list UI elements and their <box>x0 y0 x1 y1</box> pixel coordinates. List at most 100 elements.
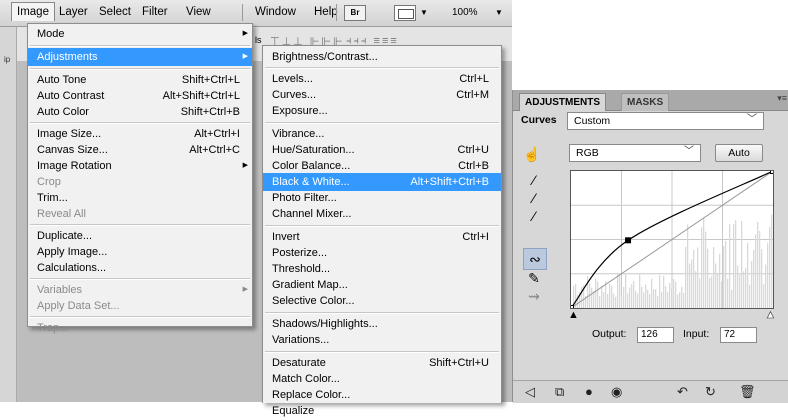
menu-layer[interactable]: Layer <box>59 6 88 18</box>
options-fragment: ls <box>255 35 262 45</box>
left-panel-stub: ip <box>0 27 17 402</box>
pencil-icon[interactable]: ✎ <box>523 268 545 288</box>
menu-item-label: Equalize <box>272 405 315 417</box>
menu-item-label: Mode <box>37 28 65 40</box>
zoom-level[interactable]: 100% <box>452 7 478 18</box>
input-label: Input: <box>683 328 710 340</box>
menu-separator <box>30 45 250 47</box>
histogram-bar <box>729 224 731 308</box>
histogram-bar <box>651 278 653 308</box>
curves-graph[interactable] <box>568 168 776 311</box>
chevron-down-icon: ﹀ <box>684 146 694 157</box>
histogram-bar <box>627 293 629 308</box>
menu-item-reveal-all[interactable]: Reveal All <box>28 205 252 223</box>
white-point-slider[interactable]: ▲ <box>765 309 776 322</box>
menu-item-equalize[interactable]: Equalize <box>263 402 501 420</box>
menu-filter[interactable]: Filter <box>142 6 168 18</box>
histogram-bar <box>645 284 647 308</box>
menu-item-auto-color[interactable]: Auto Color Shift+Ctrl+B <box>28 103 252 121</box>
eyedropper-black-icon[interactable]: ⁄ <box>523 170 545 190</box>
panel-bottom-bar: ◁ ⧉ ● ◉ ↶ ↻ 🗑 <box>513 380 788 403</box>
histogram-bar <box>621 294 623 308</box>
curve-point-icon[interactable]: ∾ <box>523 248 547 270</box>
eye-icon[interactable]: ◉ <box>611 384 622 400</box>
histogram-bar <box>703 218 705 308</box>
histogram-bar <box>681 286 683 308</box>
menu-item-mode[interactable]: Mode ▶ <box>28 25 252 43</box>
menu-view[interactable]: View <box>186 6 211 18</box>
histogram-bar <box>663 275 665 308</box>
histogram-bar <box>599 296 601 308</box>
histogram-bar <box>737 265 739 308</box>
menu-item-label: Brightness/Contrast... <box>272 51 378 63</box>
histogram-bar <box>641 286 643 308</box>
curve-control-point[interactable] <box>770 168 776 174</box>
tab-masks[interactable]: MASKS <box>621 93 670 111</box>
menu-help[interactable]: Help <box>314 6 338 18</box>
menu-item-label: Calculations... <box>37 262 107 274</box>
previous-state-icon[interactable]: ↶ <box>677 384 688 400</box>
reset-icon[interactable]: ↻ <box>705 384 716 400</box>
eyedropper-gray-icon[interactable]: ⁄ <box>523 188 545 208</box>
curve-control-point[interactable] <box>568 305 574 311</box>
histogram-bar <box>625 274 627 308</box>
menu-separator <box>30 68 250 70</box>
histogram-bar <box>619 273 621 308</box>
menu-image[interactable]: Image <box>11 2 55 21</box>
menu-item-exposure[interactable]: Exposure... <box>263 102 501 120</box>
bridge-button[interactable]: Br <box>344 5 366 21</box>
histogram-bar <box>643 292 645 308</box>
channel-select[interactable]: RGB ﹀ <box>569 144 701 162</box>
histogram-bar <box>755 234 757 308</box>
menu-item-label: Variations... <box>272 334 330 346</box>
histogram-bar <box>707 248 709 308</box>
on-image-adjust-icon[interactable]: ☝ <box>521 144 543 164</box>
clip-icon[interactable]: ⧉ <box>555 384 564 400</box>
menu-item-adjustments[interactable]: Adjustments ▶ <box>28 48 252 66</box>
menu-item-apply-data-set[interactable]: Apply Data Set... <box>28 297 252 315</box>
histogram-bar <box>637 293 639 308</box>
histogram-bar <box>749 284 751 308</box>
histogram-bar <box>581 286 583 308</box>
output-field[interactable]: 126 <box>637 327 674 343</box>
histogram-bar <box>765 264 767 308</box>
auto-button[interactable]: Auto <box>715 144 763 162</box>
tab-adjustments[interactable]: ADJUSTMENTS <box>519 93 607 111</box>
menu-item-brightness-contrast[interactable]: Brightness/Contrast... <box>263 48 501 66</box>
histogram-bar <box>659 274 661 308</box>
chevron-down-icon[interactable]: ▼ <box>420 8 428 17</box>
input-field[interactable]: 72 <box>720 327 757 343</box>
submenu-arrow-icon: ▶ <box>242 30 248 37</box>
panel-menu-icon[interactable]: ▾≡ <box>777 93 787 104</box>
menu-select[interactable]: Select <box>99 6 131 18</box>
visibility-icon[interactable]: ● <box>585 384 593 399</box>
histogram-bar <box>733 223 735 308</box>
histogram-bar <box>623 286 625 308</box>
preset-select[interactable]: Custom ﹀ <box>567 112 764 130</box>
histogram-bar <box>725 240 727 308</box>
black-point-slider[interactable]: ▲ <box>568 309 579 321</box>
curve-control-point[interactable] <box>625 237 632 244</box>
histogram-bar <box>705 231 707 308</box>
back-arrow-icon[interactable]: ◁ <box>525 384 535 400</box>
histogram-bar <box>679 292 681 308</box>
curves-svg[interactable] <box>568 168 776 311</box>
chevron-down-icon[interactable]: ▼ <box>495 8 503 17</box>
menu-item-variations[interactable]: Variations... <box>263 331 501 349</box>
eyedropper-white-icon[interactable]: ⁄ <box>523 206 545 226</box>
trash-icon[interactable]: 🗑 <box>739 384 756 400</box>
histogram-bar <box>601 285 603 308</box>
histogram-bar <box>695 271 697 308</box>
histogram-bar <box>771 214 773 308</box>
menu-window[interactable]: Window <box>255 6 296 18</box>
histogram-bar <box>609 283 611 308</box>
histogram-bar <box>669 282 671 308</box>
menu-item-trap[interactable]: Trap... <box>28 319 252 337</box>
histogram-bar <box>587 276 589 308</box>
screen-mode-button[interactable] <box>394 5 416 21</box>
histogram-bar <box>613 293 615 308</box>
menu-item-calculations[interactable]: Calculations... <box>28 259 252 277</box>
menu-item-channel-mixer[interactable]: Channel Mixer... <box>263 205 501 223</box>
smooth-icon[interactable]: ⇝ <box>523 286 545 306</box>
menu-item-selective-color[interactable]: Selective Color... <box>263 292 501 310</box>
